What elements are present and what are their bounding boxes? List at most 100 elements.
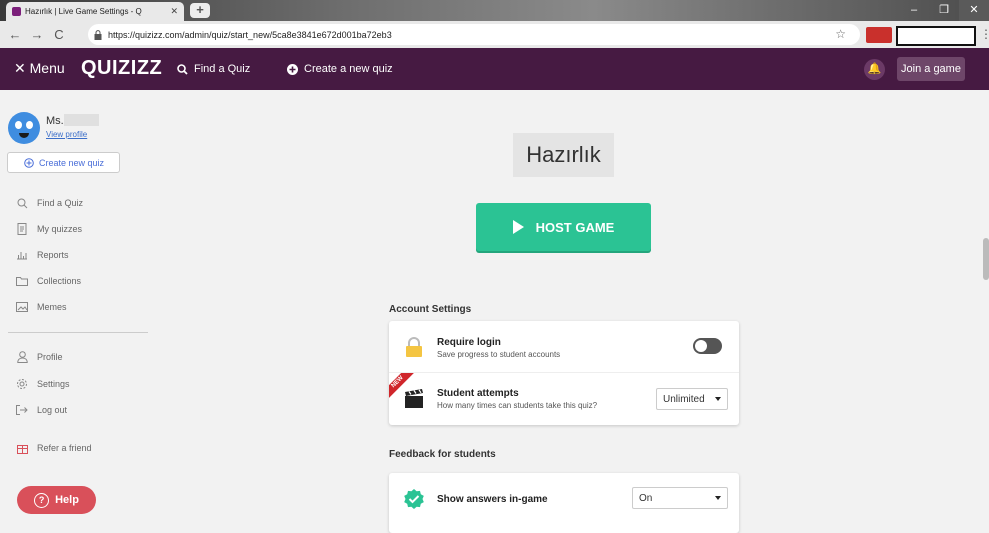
create-new-quiz-button[interactable]: Create new quiz <box>7 152 120 173</box>
quizizz-favicon-icon <box>12 7 21 16</box>
reload-icon[interactable]: C <box>48 27 70 42</box>
sidebar-item-refer-friend[interactable]: Refer a friend <box>16 442 92 454</box>
avatar-eye <box>26 121 33 129</box>
student-attempts-subtitle: How many times can students take this qu… <box>437 401 598 410</box>
padlock-icon <box>406 337 422 357</box>
chevron-down-icon <box>715 397 721 401</box>
redacted-name <box>64 114 99 126</box>
maximize-icon[interactable]: ❐ <box>929 0 959 21</box>
browser-tab-title: Hazırlık | Live Game Settings - Q <box>25 7 142 16</box>
gear-icon <box>16 378 28 390</box>
avatar[interactable] <box>8 112 40 144</box>
sidebar-divider <box>8 332 148 333</box>
quizizz-logo[interactable]: QUIZIZZ <box>81 57 162 80</box>
create-quiz-label: Create a new quiz <box>304 63 393 75</box>
user-name: Ms. <box>46 115 64 127</box>
plus-circle-icon <box>287 63 298 75</box>
search-icon <box>177 63 188 75</box>
user-icon <box>16 351 28 363</box>
check-badge-icon <box>404 489 424 509</box>
find-quiz-link[interactable]: Find a Quiz <box>177 63 250 75</box>
sidebar-item-label: Reports <box>37 250 69 260</box>
folder-icon <box>16 275 28 287</box>
view-profile-link[interactable]: View profile <box>46 130 87 139</box>
new-tab-button[interactable]: + <box>190 3 210 18</box>
scrollbar[interactable] <box>983 90 989 528</box>
sidebar-item-profile[interactable]: Profile <box>16 351 63 363</box>
image-icon <box>16 301 28 313</box>
host-game-button[interactable]: HOST GAME <box>476 203 651 251</box>
sidebar-item-find-quiz[interactable]: Find a Quiz <box>16 197 83 209</box>
question-icon: ? <box>34 492 50 508</box>
sidebar-item-reports[interactable]: Reports <box>16 249 69 261</box>
close-tab-icon[interactable]: ✕ <box>170 6 178 17</box>
gift-icon <box>16 442 28 454</box>
show-answers-title: Show answers in-game <box>437 494 548 505</box>
forward-arrow-icon[interactable]: → <box>26 27 48 42</box>
sidebar-item-label: My quizzes <box>37 224 83 234</box>
bell-icon[interactable]: 🔔 <box>864 59 885 80</box>
sidebar-item-label: Log out <box>37 405 68 415</box>
pdf-extension-icon[interactable] <box>866 27 892 43</box>
clapperboard-icon <box>405 389 423 408</box>
create-new-quiz-label: Create new quiz <box>39 157 105 168</box>
lock-icon <box>94 29 102 40</box>
quiz-title: Hazırlık <box>513 133 614 177</box>
play-icon <box>512 220 524 234</box>
address-bar[interactable]: https://quizizz.com/admin/quiz/start_new… <box>88 24 860 45</box>
sidebar-item-label: Find a Quiz <box>37 198 84 208</box>
bar-chart-icon <box>16 249 28 261</box>
toggle-knob <box>695 340 707 352</box>
bookmark-star-icon[interactable]: ☆ <box>835 27 846 41</box>
sidebar-item-label: Settings <box>37 379 70 389</box>
require-login-subtitle: Save progress to student accounts <box>437 350 561 359</box>
sidebar-item-label: Refer a friend <box>37 443 92 453</box>
browser-tab[interactable]: Hazırlık | Live Game Settings - Q ✕ <box>6 2 184 21</box>
sidebar-item-collections[interactable]: Collections <box>16 275 81 287</box>
document-icon <box>16 223 28 235</box>
sidebar-item-my-quizzes[interactable]: My quizzes <box>16 223 82 235</box>
browser-menu-icon[interactable]: ⋮ <box>980 27 989 43</box>
redacted-box <box>896 26 976 46</box>
back-arrow-icon[interactable]: ← <box>4 27 26 42</box>
show-answers-select[interactable]: On <box>632 487 728 509</box>
require-login-title: Require login <box>437 337 501 348</box>
sidebar-item-settings[interactable]: Settings <box>16 378 70 390</box>
require-login-toggle[interactable] <box>693 338 722 354</box>
app-header: ✕ Menu QUIZIZZ Find a Quiz Create a new … <box>0 48 989 90</box>
browser-tab-strip: Hazırlık | Live Game Settings - Q ✕ + – … <box>0 0 989 21</box>
sidebar: Ms. View profile Create new quiz Find a … <box>0 90 160 528</box>
sidebar-item-label: Profile <box>37 352 63 362</box>
help-label: Help <box>55 494 79 506</box>
browser-toolbar: ← → C https://quizizz.com/admin/quiz/sta… <box>0 21 989 48</box>
scrollbar-thumb[interactable] <box>983 238 989 280</box>
require-login-row: Require login Save progress to student a… <box>389 321 739 373</box>
chevron-down-icon <box>715 496 721 500</box>
logout-icon <box>16 404 28 416</box>
minimize-icon[interactable]: – <box>899 0 929 21</box>
feedback-heading: Feedback for students <box>389 449 496 460</box>
student-attempts-value: Unlimited <box>663 393 705 405</box>
help-button[interactable]: ? Help <box>17 486 96 514</box>
avatar-eye <box>15 121 22 129</box>
url-text: https://quizizz.com/admin/quiz/start_new… <box>108 29 392 40</box>
create-quiz-link[interactable]: Create a new quiz <box>287 63 393 75</box>
show-answers-row: Show answers in-game On <box>389 473 739 525</box>
sidebar-item-label: Collections <box>37 276 82 286</box>
sidebar-item-memes[interactable]: Memes <box>16 301 67 313</box>
host-game-label: HOST GAME <box>535 219 615 235</box>
sidebar-item-label: Memes <box>37 302 67 312</box>
feedback-card: Show answers in-game On <box>389 473 739 533</box>
join-game-button[interactable]: Join a game <box>897 57 965 81</box>
avatar-mouth <box>19 133 29 138</box>
window-controls: – ❐ ✕ <box>899 0 989 21</box>
student-attempts-select[interactable]: Unlimited <box>656 388 728 410</box>
student-attempts-title: Student attempts <box>437 388 519 399</box>
sidebar-item-log-out[interactable]: Log out <box>16 404 67 416</box>
student-attempts-row: NEW Student attempts How many times can … <box>389 373 739 425</box>
menu-button[interactable]: ✕ Menu <box>14 60 65 77</box>
account-settings-card: Require login Save progress to student a… <box>389 321 739 425</box>
find-quiz-label: Find a Quiz <box>194 63 251 75</box>
plus-circle-icon <box>24 157 34 168</box>
close-window-icon[interactable]: ✕ <box>959 0 989 21</box>
